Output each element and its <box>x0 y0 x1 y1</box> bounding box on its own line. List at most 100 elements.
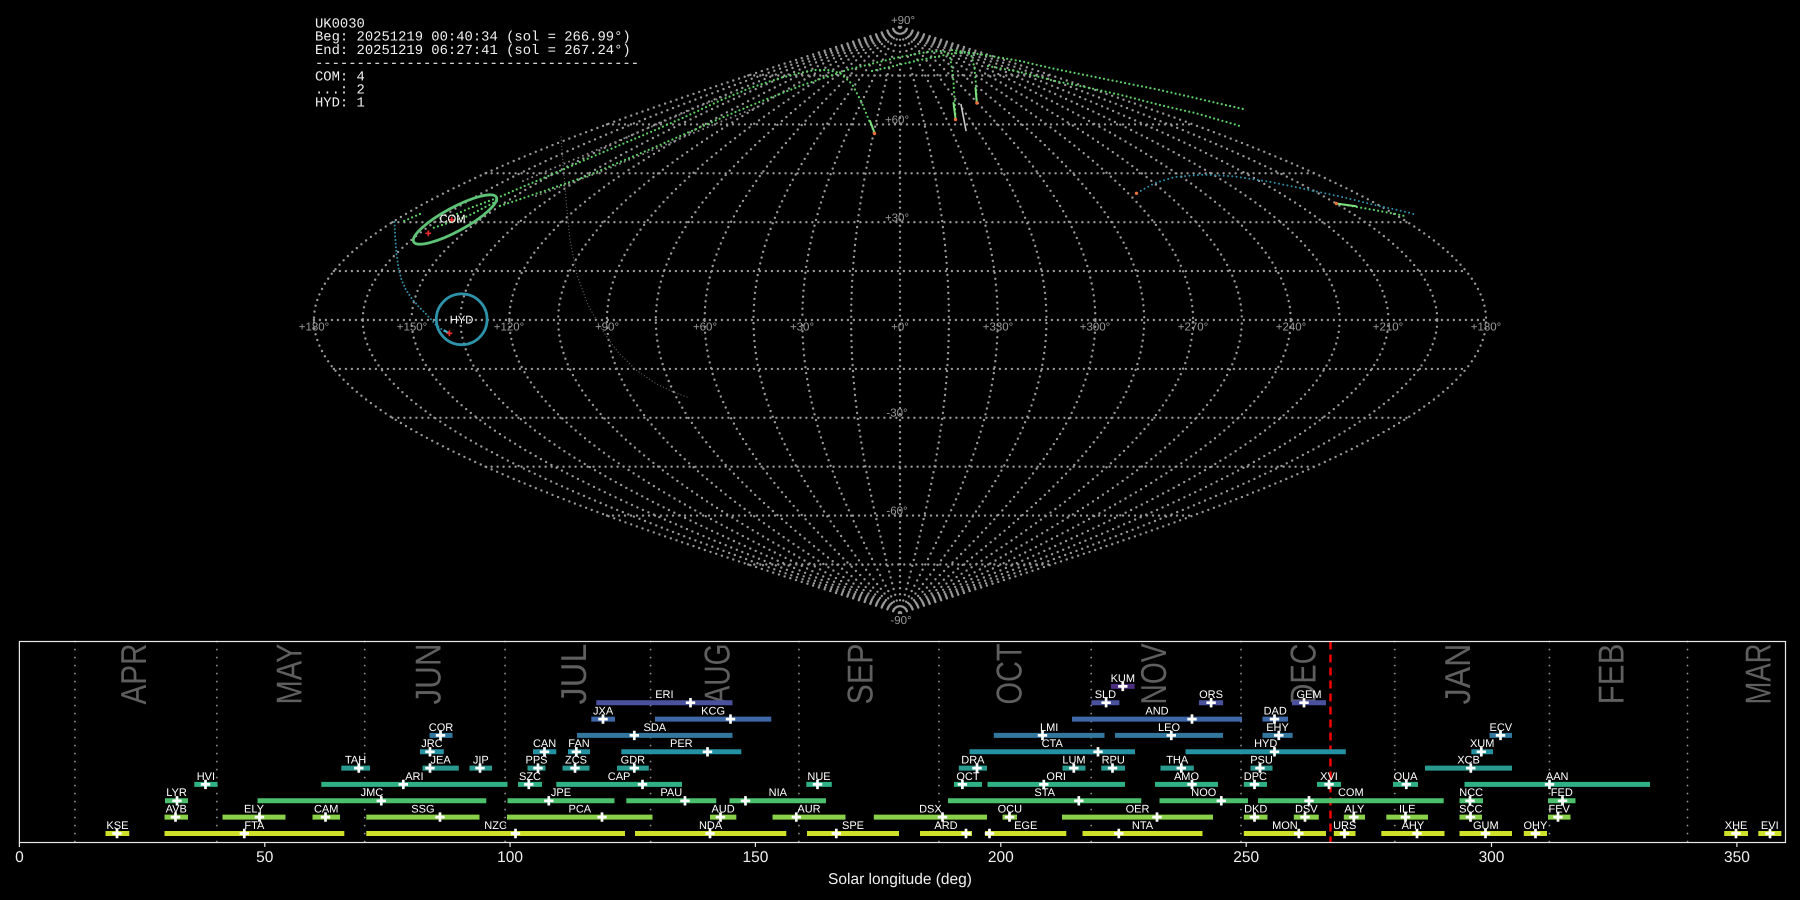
svg-text:PER: PER <box>670 738 693 750</box>
svg-text:JMC: JMC <box>361 787 384 799</box>
svg-text:+30°: +30° <box>790 322 814 334</box>
svg-text:+150°: +150° <box>397 322 428 334</box>
svg-text:+90°: +90° <box>595 322 619 334</box>
svg-text:+90°: +90° <box>891 15 915 27</box>
svg-text:PPS: PPS <box>525 755 547 767</box>
svg-text:SDA: SDA <box>643 722 666 734</box>
svg-text:ERI: ERI <box>655 689 673 701</box>
svg-text:SPE: SPE <box>842 820 864 832</box>
svg-text:AUR: AUR <box>797 804 820 816</box>
svg-text:CAN: CAN <box>533 738 556 750</box>
svg-text:ECV: ECV <box>1489 722 1512 734</box>
svg-text:LUM: LUM <box>1062 755 1085 767</box>
svg-text:-30°: -30° <box>886 408 907 420</box>
svg-text:CAM: CAM <box>314 804 338 816</box>
svg-text:ZCS: ZCS <box>565 755 587 767</box>
svg-text:NZC: NZC <box>484 820 507 832</box>
svg-text:AUD: AUD <box>711 804 734 816</box>
svg-text:+60°: +60° <box>885 115 909 127</box>
svg-text:SZC: SZC <box>519 771 541 783</box>
svg-text:GEM: GEM <box>1296 689 1321 701</box>
svg-text:AND: AND <box>1145 706 1168 718</box>
svg-text:+0°: +0° <box>891 322 909 334</box>
svg-text:NOV: NOV <box>1133 644 1174 705</box>
svg-text:ORI: ORI <box>1046 771 1066 783</box>
svg-text:MAR: MAR <box>1738 644 1779 705</box>
svg-text:GUM: GUM <box>1473 820 1499 832</box>
svg-text:+180°: +180° <box>299 322 330 334</box>
svg-text:+330°: +330° <box>983 322 1014 334</box>
svg-text:NIA: NIA <box>769 787 788 799</box>
svg-text:DSX: DSX <box>919 804 942 816</box>
svg-text:AMO: AMO <box>1174 771 1200 783</box>
svg-text:TAH: TAH <box>345 755 366 767</box>
svg-text:PAU: PAU <box>660 787 682 799</box>
svg-text:FEB: FEB <box>1591 644 1632 705</box>
svg-text:AVB: AVB <box>166 804 187 816</box>
svg-text:COM: COM <box>439 214 465 226</box>
svg-text:XCB: XCB <box>1457 755 1480 767</box>
svg-text:+180°: +180° <box>1471 322 1502 334</box>
svg-text:DAD: DAD <box>1264 706 1287 718</box>
svg-text:+120°: +120° <box>494 322 525 334</box>
svg-text:XUM: XUM <box>1470 738 1494 750</box>
svg-text:ALY: ALY <box>1344 804 1365 816</box>
svg-text:LMI: LMI <box>1040 722 1058 734</box>
svg-text:JAN: JAN <box>1437 644 1478 705</box>
svg-text:CTA: CTA <box>1042 738 1064 750</box>
svg-text:APR: APR <box>113 644 154 705</box>
svg-text:AAN: AAN <box>1546 771 1569 783</box>
svg-text:JEA: JEA <box>431 755 452 767</box>
svg-text:300: 300 <box>1479 849 1505 866</box>
svg-text:+300°: +300° <box>1080 322 1111 334</box>
svg-text:200: 200 <box>988 849 1014 866</box>
svg-text:KCG: KCG <box>701 706 725 718</box>
svg-text:ARI: ARI <box>405 771 423 783</box>
svg-text:NUE: NUE <box>807 771 830 783</box>
svg-text:DKD: DKD <box>1244 804 1267 816</box>
svg-text:SSG: SSG <box>411 804 434 816</box>
svg-text:HYD: 1: HYD: 1 <box>315 96 365 112</box>
svg-text:MON: MON <box>1272 820 1298 832</box>
svg-text:OER: OER <box>1126 804 1150 816</box>
svg-text:50: 50 <box>256 849 274 866</box>
svg-text:+30°: +30° <box>885 213 909 225</box>
svg-text:SCC: SCC <box>1459 804 1482 816</box>
svg-text:+210°: +210° <box>1373 322 1404 334</box>
svg-text:FAN: FAN <box>568 738 589 750</box>
svg-text:NTA: NTA <box>1132 820 1154 832</box>
svg-text:JRC: JRC <box>421 738 442 750</box>
svg-text:SEP: SEP <box>840 644 881 705</box>
svg-text:HVI: HVI <box>197 771 215 783</box>
svg-text:100: 100 <box>497 849 523 866</box>
svg-text:DRA: DRA <box>961 755 985 767</box>
svg-text:ORS: ORS <box>1199 689 1223 701</box>
svg-text:XHE: XHE <box>1725 820 1748 832</box>
svg-text:AUG: AUG <box>697 644 738 705</box>
svg-text:NCC: NCC <box>1459 787 1483 799</box>
svg-text:FTA: FTA <box>244 820 265 832</box>
svg-text:+60°: +60° <box>693 322 717 334</box>
svg-text:LYR: LYR <box>166 787 187 799</box>
svg-text:DSV: DSV <box>1295 804 1318 816</box>
svg-text:FEV: FEV <box>1548 804 1570 816</box>
svg-text:ILE: ILE <box>1399 804 1416 816</box>
svg-text:RPU: RPU <box>1102 755 1125 767</box>
svg-text:+270°: +270° <box>1178 322 1209 334</box>
svg-text:150: 150 <box>742 849 768 866</box>
svg-text:ARD: ARD <box>934 820 957 832</box>
svg-text:KUM: KUM <box>1111 673 1135 685</box>
svg-text:CAP: CAP <box>608 771 631 783</box>
svg-text:STA: STA <box>1034 787 1055 799</box>
svg-text:OCU: OCU <box>998 804 1023 816</box>
svg-text:QUA: QUA <box>1394 771 1419 783</box>
svg-text:XVI: XVI <box>1320 771 1338 783</box>
svg-text:NDA: NDA <box>699 820 723 832</box>
svg-text:Solar longitude (deg): Solar longitude (deg) <box>828 871 972 888</box>
svg-text:EHY: EHY <box>1266 722 1289 734</box>
svg-text:FED: FED <box>1551 787 1573 799</box>
svg-text:350: 350 <box>1724 849 1750 866</box>
svg-text:LEO: LEO <box>1158 722 1180 734</box>
svg-text:-90°: -90° <box>890 615 911 627</box>
svg-text:THA: THA <box>1166 755 1189 767</box>
